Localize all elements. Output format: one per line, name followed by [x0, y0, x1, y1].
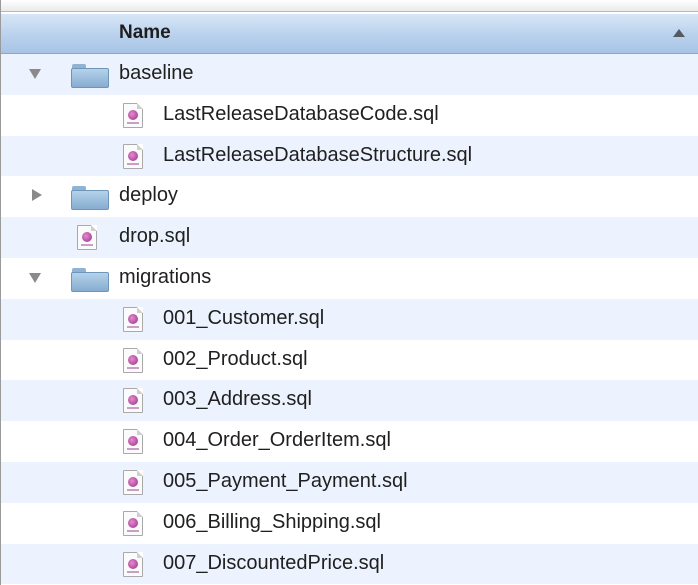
sql-file-icon — [123, 347, 143, 373]
sql-file-icon — [123, 143, 143, 169]
finder-list-view: Name baseline LastReleaseDatabaseCode.sql… — [0, 0, 698, 585]
file-name: 003_Address.sql — [163, 388, 312, 411]
folder-icon — [71, 186, 109, 211]
file-row[interactable]: LastReleaseDatabaseStructure.sql — [1, 135, 698, 177]
file-name: 006_Billing_Shipping.sql — [163, 510, 381, 533]
file-row[interactable]: 007_DiscountedPrice.sql — [1, 543, 698, 585]
sql-file-icon — [123, 469, 143, 495]
file-list: baseline LastReleaseDatabaseCode.sql LastR… — [1, 54, 698, 585]
sort-ascending-icon[interactable] — [673, 29, 685, 37]
folder-row[interactable]: deploy — [1, 176, 698, 217]
column-header-name[interactable]: Name — [1, 14, 698, 54]
sql-file-icon — [77, 225, 97, 251]
file-row[interactable]: 002_Product.sql — [1, 340, 698, 381]
folder-name: deploy — [119, 184, 178, 207]
folder-name: migrations — [119, 265, 212, 288]
file-row[interactable]: 001_Customer.sql — [1, 298, 698, 340]
file-name: LastReleaseDatabaseCode.sql — [163, 102, 439, 125]
window-top-edge — [1, 0, 698, 12]
folder-row[interactable]: baseline — [1, 54, 698, 95]
folder-name: baseline — [119, 62, 194, 84]
file-row[interactable]: 005_Payment_Payment.sql — [1, 461, 698, 503]
file-row[interactable]: 003_Address.sql — [1, 380, 698, 422]
sql-file-icon — [123, 551, 143, 577]
sql-file-icon — [123, 510, 143, 536]
sql-file-icon — [123, 429, 143, 455]
file-name: 005_Payment_Payment.sql — [163, 469, 408, 492]
disclosure-right-icon[interactable] — [29, 189, 43, 203]
file-name: 001_Customer.sql — [163, 306, 325, 329]
file-row[interactable]: LastReleaseDatabaseCode.sql — [1, 95, 698, 136]
file-name: 007_DiscountedPrice.sql — [163, 551, 385, 574]
folder-row[interactable]: migrations — [1, 258, 698, 299]
sql-file-icon — [123, 306, 143, 332]
file-row[interactable]: 006_Billing_Shipping.sql — [1, 503, 698, 544]
file-row[interactable]: drop.sql — [1, 217, 698, 258]
disclosure-down-icon[interactable] — [29, 271, 43, 285]
folder-icon — [71, 64, 109, 88]
file-name: 002_Product.sql — [163, 347, 308, 370]
file-name: 004_Order_OrderItem.sql — [163, 429, 391, 452]
sql-file-icon — [123, 102, 143, 128]
file-row[interactable]: 004_Order_OrderItem.sql — [1, 421, 698, 462]
column-header-label: Name — [119, 22, 171, 43]
disclosure-down-icon[interactable] — [29, 67, 43, 81]
sql-file-icon — [123, 388, 143, 414]
file-name: drop.sql — [119, 225, 191, 248]
folder-icon — [71, 267, 109, 292]
file-name: LastReleaseDatabaseStructure.sql — [163, 143, 473, 166]
